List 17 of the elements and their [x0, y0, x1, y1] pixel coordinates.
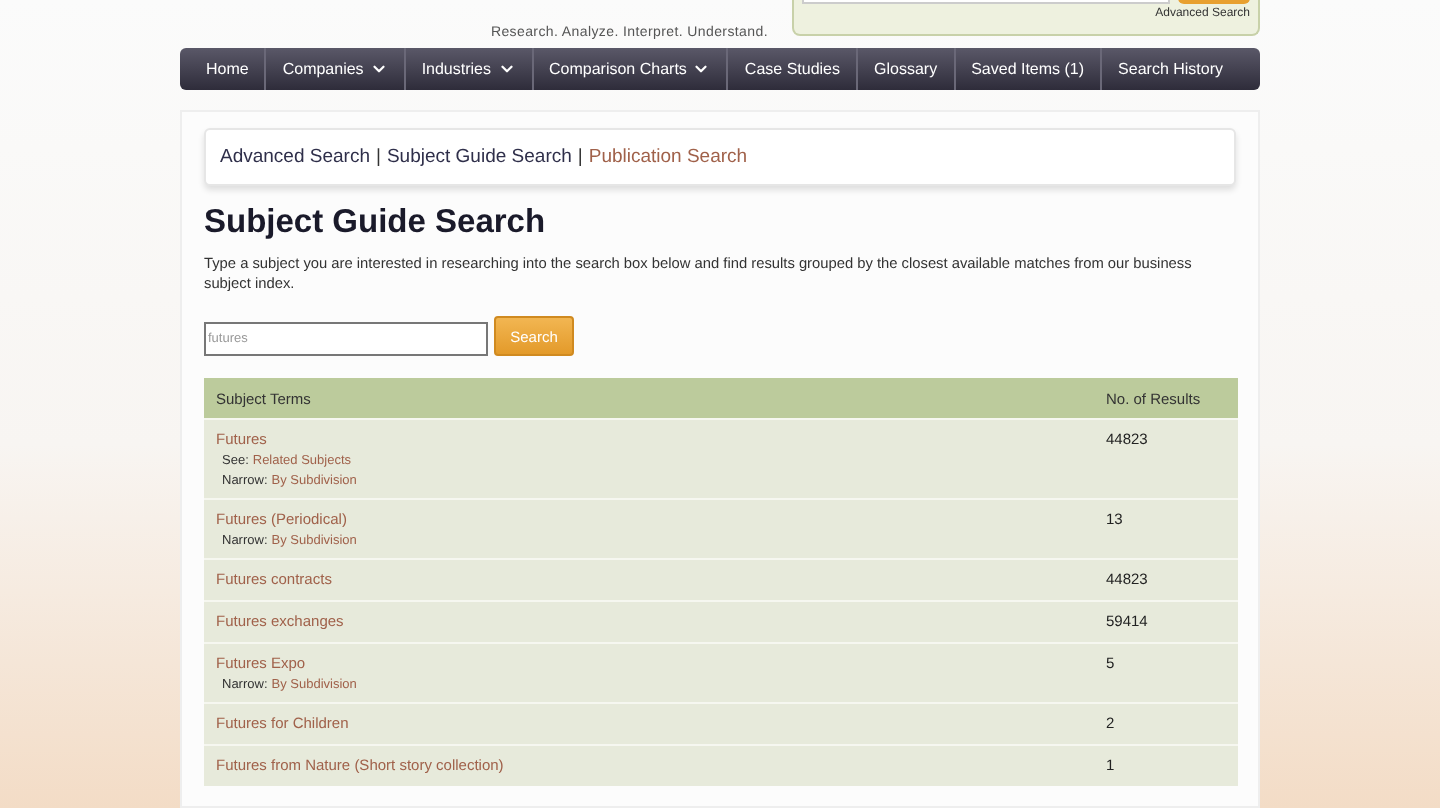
chevron-down-icon [497, 60, 515, 78]
nav-item[interactable]: Case Studies [728, 48, 859, 90]
nav-item[interactable]: Search History [1102, 48, 1240, 90]
page-title: Subject Guide Search [204, 204, 548, 242]
chevron-down-icon [369, 60, 388, 78]
search-type-link[interactable]: Subject Guide Search [386, 146, 572, 168]
chevron-down-icon [692, 60, 711, 78]
nav-item[interactable]: Industries [405, 48, 533, 90]
search-type-link[interactable]: Publication Search [588, 146, 748, 168]
nav-item[interactable]: Saved Items (1) [955, 48, 1103, 90]
nav-item[interactable]: Home [190, 48, 267, 90]
nav-item[interactable]: Glossary [858, 48, 956, 90]
nav-item[interactable]: Companies [266, 48, 406, 90]
search-type-link[interactable]: Advanced Search [220, 146, 370, 168]
nav-item[interactable]: Comparison Charts [533, 48, 729, 90]
separator: | [577, 146, 583, 168]
separator: | [376, 146, 381, 168]
